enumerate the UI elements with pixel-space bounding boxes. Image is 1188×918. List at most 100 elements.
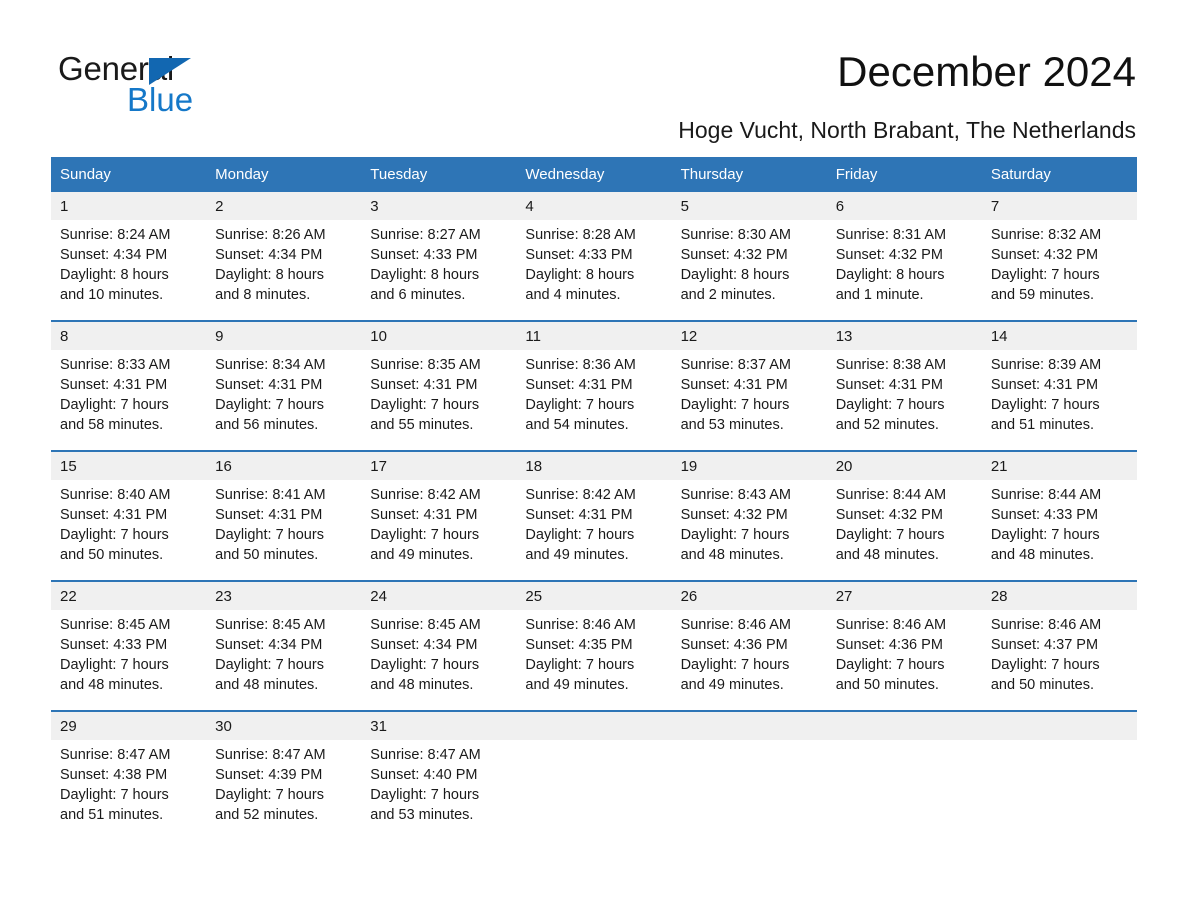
day-cell[interactable]: Sunrise: 8:45 AM Sunset: 4:34 PM Dayligh… [206, 610, 362, 711]
day-number[interactable]: 21 [981, 450, 1137, 480]
day-number[interactable]: 22 [51, 580, 207, 610]
sunset-text: Sunset: 4:33 PM [60, 637, 168, 653]
day-number[interactable]: 29 [51, 710, 207, 740]
day-cell[interactable]: Sunrise: 8:41 AM Sunset: 4:31 PM Dayligh… [206, 480, 362, 581]
daylight-text-line2: and 50 minutes. [60, 547, 164, 563]
sunrise-text: Sunrise: 8:42 AM [525, 487, 636, 503]
day-number[interactable]: 13 [826, 320, 982, 350]
day-number[interactable]: 18 [516, 450, 672, 480]
day-cell[interactable]: Sunrise: 8:47 AM Sunset: 4:39 PM Dayligh… [206, 740, 362, 840]
day-cell[interactable]: Sunrise: 8:46 AM Sunset: 4:36 PM Dayligh… [826, 610, 982, 711]
calendar-grid: Sunday Monday Tuesday Wednesday Thursday… [51, 157, 1137, 840]
day-cell[interactable]: Sunrise: 8:34 AM Sunset: 4:31 PM Dayligh… [206, 350, 362, 451]
day-number[interactable]: 24 [361, 580, 517, 610]
day-cell[interactable]: Sunrise: 8:33 AM Sunset: 4:31 PM Dayligh… [51, 350, 207, 451]
day-number[interactable]: 27 [826, 580, 982, 610]
day-cell[interactable]: Sunrise: 8:40 AM Sunset: 4:31 PM Dayligh… [51, 480, 207, 581]
day-cell[interactable]: Sunrise: 8:46 AM Sunset: 4:37 PM Dayligh… [981, 610, 1137, 711]
day-cell[interactable]: Sunrise: 8:35 AM Sunset: 4:31 PM Dayligh… [361, 350, 517, 451]
day-cell[interactable]: Sunrise: 8:44 AM Sunset: 4:33 PM Dayligh… [981, 480, 1137, 581]
sunrise-text: Sunrise: 8:45 AM [60, 617, 171, 633]
day-number[interactable]: 11 [516, 320, 672, 350]
day-number[interactable]: 17 [361, 450, 517, 480]
daylight-text-line2: and 2 minutes. [680, 287, 776, 303]
day-cell[interactable]: Sunrise: 8:45 AM Sunset: 4:34 PM Dayligh… [361, 610, 517, 711]
sunrise-text: Sunrise: 8:26 AM [215, 227, 326, 243]
day-cell[interactable]: Sunrise: 8:36 AM Sunset: 4:31 PM Dayligh… [516, 350, 672, 451]
day-cell[interactable]: Sunrise: 8:45 AM Sunset: 4:33 PM Dayligh… [51, 610, 207, 711]
day-cell[interactable]: Sunrise: 8:37 AM Sunset: 4:31 PM Dayligh… [671, 350, 827, 451]
day-number[interactable]: 15 [51, 450, 207, 480]
week-row-daynumbers: 8 9 10 11 12 13 14 [51, 320, 1137, 350]
general-blue-logo: General Blue [58, 52, 318, 122]
daylight-text-line1: Daylight: 7 hours [60, 787, 169, 803]
day-cell[interactable]: Sunrise: 8:26 AM Sunset: 4:34 PM Dayligh… [206, 220, 362, 321]
weekday-header-wednesday: Wednesday [516, 157, 672, 192]
day-cell[interactable]: Sunrise: 8:27 AM Sunset: 4:33 PM Dayligh… [361, 220, 517, 321]
day-number[interactable]: 5 [671, 192, 827, 220]
day-number[interactable]: 6 [826, 192, 982, 220]
daylight-text-line1: Daylight: 7 hours [990, 527, 1100, 543]
day-cell[interactable]: Sunrise: 8:47 AM Sunset: 4:40 PM Dayligh… [361, 740, 517, 840]
daylight-text-line1: Daylight: 7 hours [680, 527, 790, 543]
day-cell[interactable]: Sunrise: 8:47 AM Sunset: 4:38 PM Dayligh… [51, 740, 207, 840]
daylight-text-line2: and 53 minutes. [370, 807, 474, 823]
weekday-header-friday: Friday [826, 157, 982, 192]
day-number[interactable]: 23 [206, 580, 362, 610]
day-number[interactable]: 25 [516, 580, 672, 610]
day-number[interactable]: 1 [51, 192, 207, 220]
sunset-text: Sunset: 4:34 PM [215, 247, 323, 263]
day-cell[interactable]: Sunrise: 8:43 AM Sunset: 4:32 PM Dayligh… [671, 480, 827, 581]
day-number[interactable]: 14 [981, 320, 1137, 350]
day-cell[interactable]: Sunrise: 8:46 AM Sunset: 4:35 PM Dayligh… [516, 610, 672, 711]
day-number[interactable]: 12 [671, 320, 827, 350]
day-number[interactable]: 16 [206, 450, 362, 480]
day-number[interactable]: 3 [361, 192, 517, 220]
day-number[interactable]: 8 [51, 320, 207, 350]
week-row-daynumbers: 29 30 31 [51, 710, 1137, 740]
day-cell-empty [981, 740, 1137, 840]
day-cell[interactable]: Sunrise: 8:28 AM Sunset: 4:33 PM Dayligh… [516, 220, 672, 321]
daylight-text-line1: Daylight: 7 hours [60, 527, 169, 543]
day-cell[interactable]: Sunrise: 8:42 AM Sunset: 4:31 PM Dayligh… [361, 480, 517, 581]
day-number[interactable]: 7 [981, 192, 1137, 220]
daylight-text-line1: Daylight: 8 hours [370, 267, 480, 283]
daylight-text-line2: and 48 minutes. [680, 547, 784, 563]
day-number[interactable]: 28 [981, 580, 1137, 610]
day-number[interactable]: 30 [206, 710, 362, 740]
week-row-details: Sunrise: 8:45 AM Sunset: 4:33 PM Dayligh… [51, 610, 1137, 711]
day-cell[interactable]: Sunrise: 8:46 AM Sunset: 4:36 PM Dayligh… [671, 610, 827, 711]
daylight-text-line1: Daylight: 7 hours [525, 527, 635, 543]
day-number[interactable]: 26 [671, 580, 827, 610]
sunset-text: Sunset: 4:33 PM [525, 247, 633, 263]
day-number[interactable]: 9 [206, 320, 362, 350]
day-cell[interactable]: Sunrise: 8:31 AM Sunset: 4:32 PM Dayligh… [826, 220, 982, 321]
day-number[interactable]: 19 [671, 450, 827, 480]
day-cell-empty [826, 740, 982, 840]
daylight-text-line1: Daylight: 7 hours [680, 397, 790, 413]
day-number[interactable]: 2 [206, 192, 362, 220]
sunset-text: Sunset: 4:31 PM [370, 377, 478, 393]
sunrise-text: Sunrise: 8:44 AM [990, 487, 1102, 503]
day-number[interactable]: 31 [361, 710, 517, 740]
sunset-text: Sunset: 4:32 PM [680, 507, 788, 523]
sunrise-text: Sunrise: 8:31 AM [835, 227, 947, 243]
day-cell[interactable]: Sunrise: 8:30 AM Sunset: 4:32 PM Dayligh… [671, 220, 827, 321]
day-cell[interactable]: Sunrise: 8:38 AM Sunset: 4:31 PM Dayligh… [826, 350, 982, 451]
day-cell[interactable]: Sunrise: 8:32 AM Sunset: 4:32 PM Dayligh… [981, 220, 1137, 321]
daylight-text-line1: Daylight: 7 hours [215, 397, 324, 413]
daylight-text-line2: and 51 minutes. [60, 807, 164, 823]
day-number[interactable]: 4 [516, 192, 672, 220]
daylight-text-line2: and 48 minutes. [835, 547, 939, 563]
day-cell[interactable]: Sunrise: 8:24 AM Sunset: 4:34 PM Dayligh… [51, 220, 207, 321]
day-cell[interactable]: Sunrise: 8:42 AM Sunset: 4:31 PM Dayligh… [516, 480, 672, 581]
day-cell[interactable]: Sunrise: 8:44 AM Sunset: 4:32 PM Dayligh… [826, 480, 982, 581]
daylight-text-line1: Daylight: 7 hours [60, 397, 169, 413]
daylight-text-line1: Daylight: 8 hours [525, 267, 635, 283]
calendar-header-row: Sunday Monday Tuesday Wednesday Thursday… [51, 157, 1137, 192]
sunset-text: Sunset: 4:34 PM [370, 637, 478, 653]
day-number[interactable]: 10 [361, 320, 517, 350]
day-number[interactable]: 20 [826, 450, 982, 480]
day-cell[interactable]: Sunrise: 8:39 AM Sunset: 4:31 PM Dayligh… [981, 350, 1137, 451]
daylight-text-line2: and 59 minutes. [990, 287, 1095, 303]
